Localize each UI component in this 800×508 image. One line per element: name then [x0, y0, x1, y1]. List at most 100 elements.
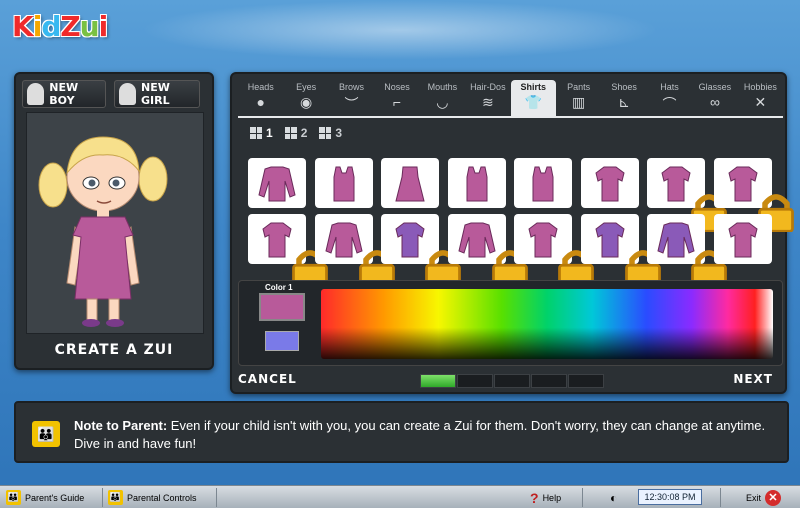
controls-icon: 👪 — [108, 490, 123, 505]
shirt-icon — [532, 166, 554, 202]
girl-icon — [119, 83, 137, 105]
guide-icon: 👪 — [6, 490, 21, 505]
grid-icon — [319, 127, 332, 139]
kidzui-logo: KidZui — [12, 10, 108, 43]
clothing-item-vest-shirt[interactable] — [580, 214, 661, 289]
clothing-item-tshirt-4[interactable] — [713, 214, 772, 264]
navigation-bar: CANCEL NEXT — [232, 370, 785, 392]
lock-icon — [621, 248, 661, 289]
parents-guide-button[interactable]: 👪 Parent's Guide — [6, 489, 84, 506]
exit-button[interactable]: Exit ✕ — [746, 489, 782, 506]
note-body: Even if your child isn't with you, you c… — [74, 418, 766, 451]
page-2-button[interactable]: 2 — [284, 126, 307, 140]
eye-icon: ◉ — [300, 94, 313, 110]
secondary-color-swatch[interactable] — [265, 331, 299, 351]
avatar-preview — [26, 112, 204, 334]
tab-hats[interactable]: Hats ⌒ — [647, 80, 692, 116]
next-button[interactable]: NEXT — [733, 372, 773, 386]
clothing-item-long-sleeve-shirt-2[interactable] — [447, 214, 528, 289]
clothing-item-plaid-shirt[interactable] — [248, 158, 306, 208]
tab-label: Mouths — [427, 82, 458, 92]
parental-controls-button[interactable]: 👪 Parental Controls — [108, 489, 197, 506]
shoes-icon: ⊾ — [618, 94, 630, 110]
step-progress — [420, 374, 604, 388]
clothing-item-collar-shirt[interactable] — [248, 214, 328, 289]
lock-icon — [488, 248, 528, 289]
clothing-item-tshirt[interactable] — [580, 158, 639, 208]
new-girl-label: NEW GIRL — [141, 81, 170, 107]
tab-shoes[interactable]: Shoes ⊾ — [601, 80, 646, 116]
taskbar-divider — [102, 488, 103, 507]
progress-step — [457, 374, 493, 388]
background-glow — [140, 0, 660, 60]
category-tabs: Heads ● Eyes ◉ Brows ︶ Noses ⌐ Mouths ◡ Hair-Dos ≋ S… — [238, 80, 783, 116]
tab-label: Shirts — [520, 82, 546, 92]
nose-icon: ⌐ — [392, 94, 402, 110]
clothing-item-tank-top-2[interactable] — [514, 158, 572, 208]
tab-label: Heads — [247, 82, 274, 92]
page-1-button[interactable]: 1 — [250, 126, 273, 140]
shirt-icon — [333, 166, 354, 202]
tab-hobbies[interactable]: Hobbies ✕ — [738, 80, 783, 116]
customize-panel: Heads ● Eyes ◉ Brows ︶ Noses ⌐ Mouths ◡ Hair-Dos ≋ S… — [230, 72, 794, 394]
shirt-icon — [466, 166, 487, 202]
primary-color-swatch[interactable] — [259, 293, 305, 321]
glasses-icon: ∞ — [709, 94, 720, 110]
shirt-icon — [258, 166, 296, 202]
color-spectrum[interactable] — [321, 289, 773, 359]
boy-icon — [27, 83, 45, 105]
help-label: Help — [542, 492, 562, 503]
clothing-item-striped-shirt[interactable] — [381, 214, 461, 289]
page-3-button[interactable]: 3 — [319, 126, 342, 140]
tab-label: Shoes — [611, 82, 637, 92]
clothing-item-layered-shirt[interactable] — [647, 214, 727, 289]
grid-icon — [284, 127, 297, 139]
clothing-item-tshirt-2[interactable] — [647, 158, 727, 233]
tab-hair-dos[interactable]: Hair-Dos ≋ — [465, 80, 510, 116]
note-text: Note to Parent: Even if your child isn't… — [74, 417, 774, 453]
shirt-icon: 👕 — [524, 94, 542, 110]
note-title: Note to Parent: — [74, 418, 168, 433]
logo-letter: K — [12, 10, 34, 43]
lock-icon — [288, 248, 328, 289]
clothing-item-long-sleeve-shirt[interactable] — [314, 214, 395, 289]
tab-brows[interactable]: Brows ︶ — [329, 80, 374, 116]
new-girl-button[interactable]: NEW GIRL — [114, 80, 200, 108]
new-boy-button[interactable]: NEW BOY — [22, 80, 106, 108]
hat-icon: ⌒ — [662, 96, 677, 112]
progress-step — [531, 374, 567, 388]
tab-noses[interactable]: Noses ⌐ — [374, 80, 419, 116]
clothing-item-dress[interactable] — [381, 158, 439, 208]
head-icon: ● — [256, 94, 265, 110]
help-icon: ? — [530, 489, 539, 506]
clothing-item-printed-shirt[interactable] — [514, 214, 594, 289]
tab-divider — [238, 116, 783, 118]
cancel-button[interactable]: CANCEL — [238, 372, 297, 386]
tab-mouths[interactable]: Mouths ◡ — [420, 80, 465, 116]
tab-glasses[interactable]: Glasses ∞ — [692, 80, 737, 116]
logo-letter: u — [79, 10, 100, 43]
clothing-item-tank-top[interactable] — [314, 158, 373, 208]
parent-note: 👪 Note to Parent: Even if your child isn… — [14, 401, 789, 463]
lock-icon — [687, 248, 727, 289]
tab-eyes[interactable]: Eyes ◉ — [283, 80, 328, 116]
logo-letter: d — [41, 10, 61, 43]
tab-shirts[interactable]: Shirts 👕 — [510, 80, 556, 116]
tab-label: Hobbies — [743, 82, 777, 92]
exit-label: Exit — [746, 492, 762, 503]
clothing-item-tshirt-3[interactable] — [713, 158, 794, 233]
clothing-item-sleeveless-top[interactable] — [447, 158, 506, 208]
mouth-icon: ◡ — [436, 94, 449, 110]
tab-label: Hair-Dos — [470, 82, 506, 92]
tab-label: Pants — [567, 82, 591, 92]
shirt-icon — [395, 166, 425, 202]
logo-letter: Z — [60, 10, 80, 43]
help-button[interactable]: ? Help — [530, 489, 561, 506]
avatar-panel: NEW BOY NEW GIRL CREATE A ZUI — [14, 72, 214, 370]
taskbar: 👪 Parent's Guide 👪 Parental Controls ? H… — [0, 485, 800, 508]
tab-heads[interactable]: Heads ● — [238, 80, 283, 116]
page-number: 1 — [266, 126, 273, 140]
tab-pants[interactable]: Pants ▥ — [556, 80, 601, 116]
girl-avatar — [38, 136, 168, 327]
speaker-button[interactable]: ◐ — [610, 489, 617, 506]
